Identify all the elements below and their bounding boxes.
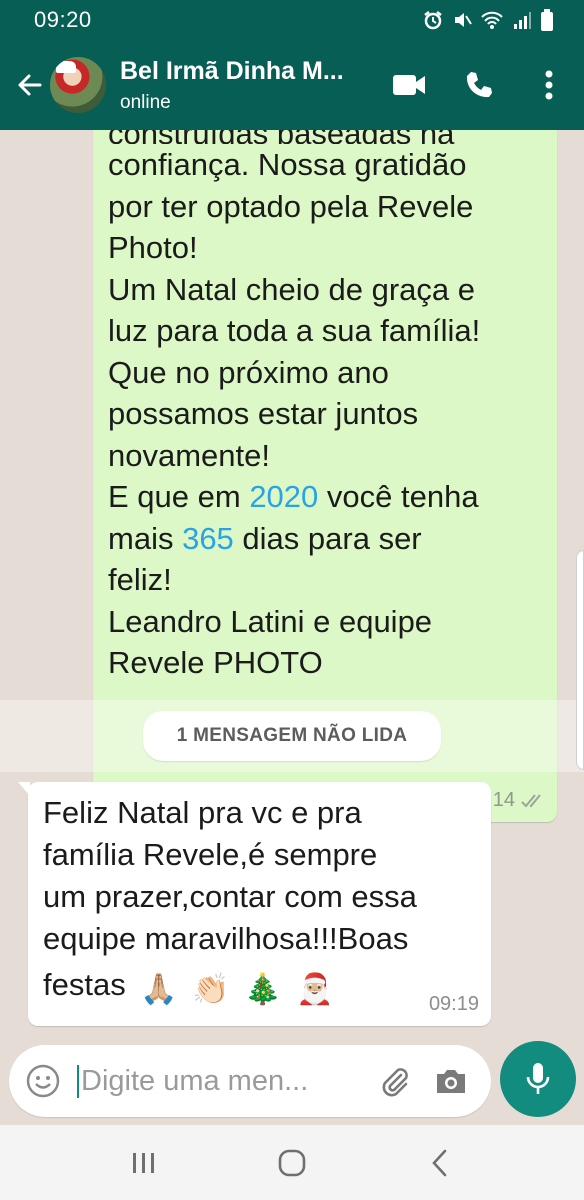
message-line: luz para toda a sua família! [108,313,481,348]
message-line: festas 🙏🏼 👏🏻 🎄 🎅🏼 [43,964,477,1011]
message-text: construídas baseadas na confiança. Nossa… [108,130,543,684]
text-fragment: dias para ser [233,520,422,556]
video-call-button[interactable] [374,40,444,130]
message-composer: Digite uma men... [0,1041,584,1125]
microphone-icon [526,1063,550,1094]
home-button[interactable] [262,1133,322,1193]
alarm-icon [424,11,442,30]
status-time: 09:20 [34,7,92,32]
message-line: Leandro Latini e equipe [108,603,433,639]
chat-area[interactable]: construídas baseadas na confiança. Nossa… [0,130,584,1045]
message-line: Photo! [108,230,198,265]
message-text: Feliz Natal pra vc e pra família Revele,… [43,792,477,1011]
message-line: Um Natal cheio de graça e [108,271,476,307]
message-line: E que em 2020 você tenha [108,476,543,518]
incoming-message[interactable]: Feliz Natal pra vc e pra família Revele,… [18,782,491,1026]
christmas-tree-emoji: 🎄 [244,973,282,1006]
contact-name: Bel Irmã Dinha M... [120,56,344,85]
contact-status: online [120,91,171,113]
message-line: por ter optado pela Revele [108,188,474,224]
status-bar: 09:20 [0,0,584,40]
camera-button[interactable] [423,1056,479,1106]
recent-apps-icon [133,1152,154,1173]
contact-avatar[interactable] [50,57,106,113]
contact-info[interactable]: Bel Irmã Dinha M... online [120,57,374,114]
wifi-icon [481,11,503,29]
voice-call-button[interactable] [444,40,514,130]
back-arrow-icon [18,74,42,96]
voice-record-button[interactable] [500,1041,576,1117]
praying-hands-emoji: 🙏🏼 [140,973,178,1006]
text-fragment: você tenha [318,479,479,514]
message-line: um prazer,contar com essa [43,879,417,914]
chevron-left-icon [432,1149,447,1176]
text-fragment: festas [43,967,126,1002]
emoji-button[interactable] [23,1061,63,1101]
mute-icon [455,13,472,27]
text-fragment: mais [108,520,183,556]
message-line: mais 365 dias para ser [108,518,543,560]
unread-divider: 1 MENSAGEM NÃO LIDA [0,700,584,772]
message-line: possamos estar juntos [108,396,419,431]
message-time: 09:19 [428,993,479,1015]
year-link[interactable]: 2020 [249,479,318,514]
back-button[interactable] [4,40,54,130]
smiley-icon [26,1064,60,1098]
recent-apps-button[interactable] [114,1133,174,1193]
message-line: Feliz Natal pra vc e pra [43,795,362,830]
unread-banner: 1 MENSAGEM NÃO LIDA [142,711,442,761]
message-line: feliz! [108,562,172,597]
paperclip-icon [382,1068,408,1097]
back-nav-button[interactable] [410,1133,470,1193]
message-input-box[interactable]: Digite uma men... [9,1045,491,1117]
days-link[interactable]: 365 [182,521,234,556]
message-line: novamente! [108,437,270,473]
message-line: confiança. Nossa gratidão [108,147,467,182]
signal-icon [514,12,531,29]
text-fragment: E que em [108,479,250,514]
clapping-hands-emoji: 👏🏻 [192,973,230,1006]
camera-icon [437,1070,465,1093]
message-line: Revele PHOTO [108,645,323,680]
message-line: Que no próximo ano [108,354,389,390]
home-icon [278,1149,306,1176]
status-icons [422,9,554,31]
scroll-handle[interactable] [576,550,584,770]
double-check-icon [521,793,541,807]
system-nav-bar [0,1125,584,1200]
santa-emoji: 🎅🏼 [296,973,334,1006]
message-line: equipe maravilhosa!!!Boas [43,921,409,956]
battery-icon [541,9,553,31]
more-vertical-icon [545,70,553,100]
message-line: construídas baseadas na [108,130,543,144]
message-line: família Revele,é sempre [43,837,378,872]
video-camera-icon [393,75,425,95]
attach-button[interactable] [367,1056,423,1106]
more-options-button[interactable] [514,40,584,130]
chat-header: Bel Irmã Dinha M... online [0,40,584,130]
message-input[interactable]: Digite uma men... [77,1064,367,1098]
phone-icon [466,72,492,98]
